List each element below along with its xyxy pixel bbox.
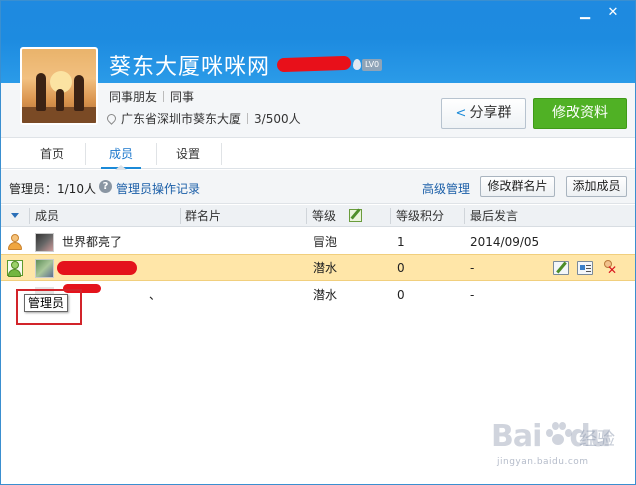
column-group-card[interactable]: 群名片	[185, 205, 221, 227]
watermark-logo: Bai du 经验 jingyan.baidu.com	[491, 413, 621, 473]
group-tag: 同事朋友	[109, 90, 158, 104]
advanced-manage-link[interactable]: 高级管理	[422, 180, 470, 197]
sort-caret-icon[interactable]	[11, 213, 19, 218]
group-avatar	[20, 47, 98, 125]
add-member-button[interactable]: 添加成员	[566, 176, 627, 197]
location-pin-icon	[105, 112, 118, 125]
group-tags: 同事朋友 同事	[109, 88, 194, 105]
flame-icon	[353, 59, 361, 70]
admin-log-link[interactable]: 管理员操作记录	[116, 180, 200, 197]
level-badge: LV0	[362, 59, 383, 71]
table-row[interactable]: 、 潜水 0 -	[1, 282, 635, 309]
member-count: 3/500人	[254, 112, 301, 126]
column-level-points[interactable]: 等级积分	[396, 205, 444, 227]
member-level: 潜水	[313, 288, 338, 302]
paw-icon	[543, 419, 572, 447]
tab-settings[interactable]: 设置	[161, 139, 215, 169]
member-toolbar: 管理员：1/10人 ? 管理员操作记录 高级管理 修改群名片 添加成员	[1, 170, 635, 204]
member-points: 0	[397, 261, 405, 275]
edit-card-icon[interactable]	[553, 261, 569, 275]
remove-member-icon[interactable]: ✕	[601, 260, 617, 276]
edit-level-icon[interactable]	[349, 209, 362, 222]
edit-profile-button[interactable]: 修改资料	[533, 98, 627, 129]
admin-icon	[7, 260, 23, 277]
avatar[interactable]	[35, 259, 54, 278]
help-icon[interactable]: ?	[99, 180, 112, 193]
member-last-speak: -	[470, 261, 475, 275]
owner-icon	[7, 234, 23, 250]
member-points: 1	[397, 235, 405, 249]
member-level: 潜水	[313, 261, 338, 275]
group-tag: 同事	[170, 90, 195, 104]
column-last-speak[interactable]: 最后发言	[470, 205, 518, 227]
table-row[interactable]: 潜水 0 - ✕	[1, 254, 635, 281]
member-card-icon[interactable]	[577, 261, 593, 275]
close-icon[interactable]: ✕	[604, 5, 622, 21]
column-level[interactable]: 等级	[312, 205, 336, 227]
avatar[interactable]	[35, 233, 54, 252]
group-profile-window: ▁ ✕ 葵东大厦咪咪网 LV0 同事朋友 同事 广东省深圳市葵东大厦 3/500人 …	[0, 0, 636, 485]
share-group-button[interactable]: < 分享群	[441, 98, 526, 129]
edit-group-card-button[interactable]: 修改群名片	[480, 176, 555, 197]
role-tooltip: 管理员	[24, 294, 69, 312]
watermark-url: jingyan.baidu.com	[497, 457, 589, 467]
member-last-speak: 2014/09/05	[470, 235, 540, 249]
member-nickname: 世界都亮了	[62, 235, 123, 249]
member-nickname: 、	[149, 288, 162, 302]
member-last-speak: -	[470, 288, 475, 302]
member-level: 冒泡	[313, 235, 338, 249]
tab-bar: 首页 成员 设置	[1, 139, 635, 169]
member-points: 0	[397, 288, 405, 302]
minimize-icon[interactable]: ▁	[576, 5, 594, 21]
share-icon: <	[455, 106, 467, 121]
table-row[interactable]: 世界都亮了 冒泡 1 2014/09/05	[1, 229, 635, 256]
column-member[interactable]: 成员	[35, 205, 59, 227]
watermark-cn: 经验	[579, 429, 615, 450]
admin-count: 管理员：1/10人	[9, 182, 96, 196]
group-name: 葵东大厦咪咪网	[109, 55, 271, 80]
tab-home[interactable]: 首页	[23, 139, 81, 169]
member-table-header: 成员 群名片 等级 等级积分 最后发言	[1, 205, 635, 227]
redacted-nickname	[57, 261, 137, 275]
group-location: 广东省深圳市葵东大厦 3/500人	[105, 110, 301, 127]
location-text: 广东省深圳市葵东大厦	[121, 112, 242, 126]
redacted-group-number	[276, 55, 352, 73]
